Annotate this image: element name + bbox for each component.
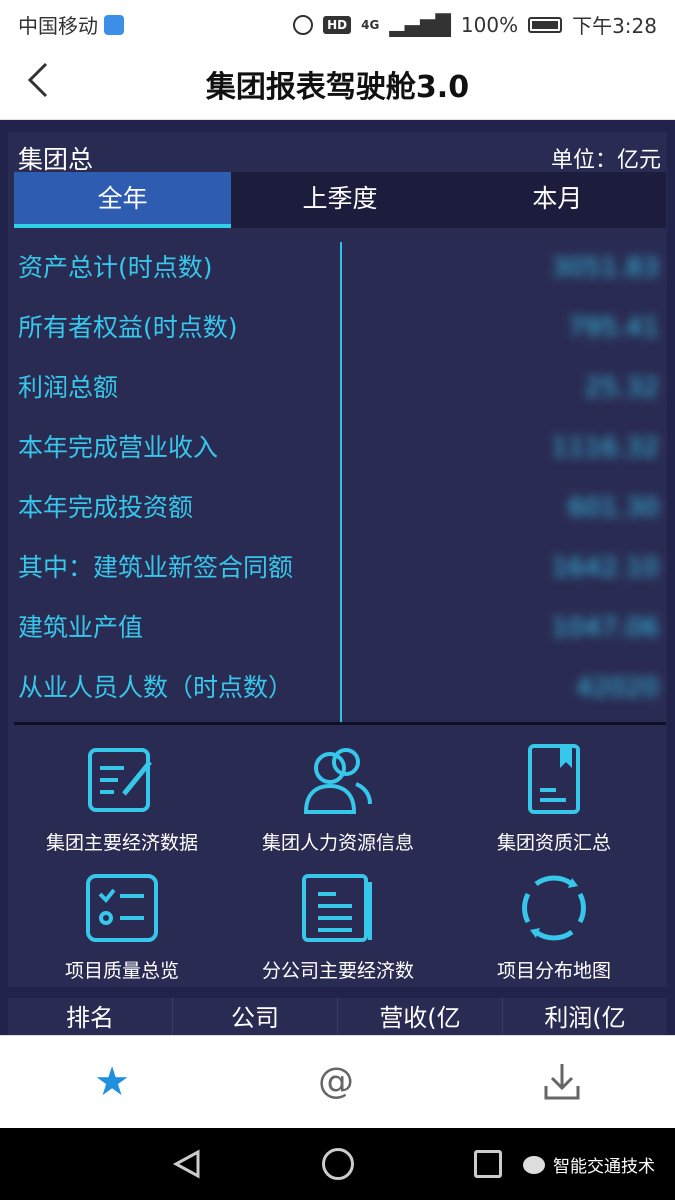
at-icon[interactable]: @ xyxy=(306,1060,366,1110)
metrics-list: 资产总计(时点数) 3051.83 所有者权益(时点数) 795.41 利润总额… xyxy=(8,238,667,723)
metric-row[interactable]: 建筑业产值 1047.06 xyxy=(18,598,663,658)
system-home-icon[interactable] xyxy=(322,1148,354,1180)
watermark-text: 智能交通技术 xyxy=(553,1157,655,1177)
col-rank[interactable]: 排名 xyxy=(8,998,172,1035)
bottom-toolbar: ★ @ xyxy=(0,1035,675,1128)
tile-project-quality[interactable]: 项目质量总览 xyxy=(12,870,232,983)
status-right: HD 4G ▂▄▆█ 100% 下午3:28 xyxy=(293,10,657,39)
tile-project-map[interactable]: 项目分布地图 xyxy=(444,870,664,983)
metric-label: 所有者权益(时点数) xyxy=(18,313,238,342)
tile-label: 项目分布地图 xyxy=(496,960,611,982)
metric-row[interactable]: 资产总计(时点数) 3051.83 xyxy=(18,238,663,298)
tab-this-month[interactable]: 本月 xyxy=(449,172,666,228)
metric-value: 42020 xyxy=(576,673,659,703)
signal-app-icon xyxy=(104,14,124,35)
tab-full-year[interactable]: 全年 xyxy=(14,172,232,228)
watermark: 智能交通技术 xyxy=(523,1152,655,1177)
ranking-table-header: 排名 公司 营收(亿 利润(亿 xyxy=(8,998,667,1035)
metric-value: 601.30 xyxy=(568,493,659,523)
hd-badge: HD xyxy=(323,15,352,34)
tile-label: 集团资质汇总 xyxy=(496,832,611,854)
metric-row[interactable]: 其中：建筑业新签合同额 1642.10 xyxy=(18,538,663,598)
dashboard: 集团总 单位：亿元 全年 上季度 本月 资产总计(时点数) 3051.83 所有… xyxy=(0,120,675,1035)
certificate-icon xyxy=(528,744,580,814)
tile-label: 分公司主要经济数 xyxy=(261,960,414,982)
edit-document-icon xyxy=(88,748,152,812)
metric-label: 利润总额 xyxy=(18,373,119,402)
unit-label: 单位：亿元 xyxy=(550,148,661,173)
tile-label: 项目质量总览 xyxy=(64,960,179,982)
summary-panel: 集团总 单位：亿元 全年 上季度 本月 资产总计(时点数) 3051.83 所有… xyxy=(8,132,667,987)
nav-bar: 集团报表驾驶舱3.0 xyxy=(0,44,675,120)
metric-row[interactable]: 本年完成投资额 601.30 xyxy=(18,478,663,538)
metric-row[interactable]: 从业人员人数（时点数） 42020 xyxy=(18,658,663,718)
metric-row[interactable]: 利润总额 25.32 xyxy=(18,358,663,418)
feature-grid: 集团主要经济数据 集团人力资源信息 集团资质汇总 项目质量总览 分公司主要经济数… xyxy=(8,732,667,982)
status-bar: 中国移动 HD 4G ▂▄▆█ 100% 下午3:28 xyxy=(0,0,675,44)
metric-value: 1116.32 xyxy=(551,433,659,463)
metric-value: 1047.06 xyxy=(551,613,659,643)
checklist-icon xyxy=(86,874,158,942)
tab-last-quarter[interactable]: 上季度 xyxy=(231,172,448,228)
tile-group-qualification[interactable]: 集团资质汇总 xyxy=(444,742,664,855)
wechat-logo-icon xyxy=(523,1155,545,1174)
metric-value: 25.32 xyxy=(584,373,659,403)
refresh-circle-icon xyxy=(522,875,586,941)
tile-branch-economic[interactable]: 分公司主要经济数 xyxy=(228,870,448,983)
col-profit[interactable]: 利润(亿 xyxy=(502,998,667,1035)
col-revenue[interactable]: 营收(亿 xyxy=(337,998,502,1035)
group-label: 集团总 xyxy=(18,145,94,174)
metric-label: 从业人员人数（时点数） xyxy=(18,673,294,702)
battery-percent: 100% xyxy=(460,12,519,37)
col-company[interactable]: 公司 xyxy=(172,998,337,1035)
metric-value: 1642.10 xyxy=(551,553,659,583)
system-recents-icon[interactable] xyxy=(474,1150,502,1178)
carrier-info: 中国移动 xyxy=(18,10,124,39)
system-nav-bar: 智能交通技术 xyxy=(0,1128,675,1200)
tile-label: 集团人力资源信息 xyxy=(261,832,414,854)
alarm-icon xyxy=(293,14,314,35)
carrier-name: 中国移动 xyxy=(18,14,98,38)
metric-value: 795.41 xyxy=(568,313,659,343)
battery-icon xyxy=(528,16,563,33)
metric-value: 3051.83 xyxy=(551,253,659,283)
metric-row[interactable]: 本年完成营业收入 1116.32 xyxy=(18,418,663,478)
tile-label: 集团主要经济数据 xyxy=(45,832,198,854)
tile-group-economic-data[interactable]: 集团主要经济数据 xyxy=(12,742,232,855)
metric-label: 本年完成投资额 xyxy=(18,493,194,522)
signal-bars-icon: ▂▄▆█ xyxy=(389,12,451,37)
page-title: 集团报表驾驶舱3.0 xyxy=(205,70,470,105)
report-icon xyxy=(302,874,372,942)
tile-group-hr-info[interactable]: 集团人力资源信息 xyxy=(228,742,448,855)
clock: 下午3:28 xyxy=(572,14,657,38)
section-divider xyxy=(14,722,666,725)
users-icon xyxy=(303,748,372,814)
download-icon[interactable] xyxy=(532,1060,592,1110)
star-icon[interactable]: ★ xyxy=(82,1060,142,1110)
network-type: 4G xyxy=(361,17,380,32)
metric-row[interactable]: 所有者权益(时点数) 795.41 xyxy=(18,298,663,358)
period-tabs: 全年 上季度 本月 xyxy=(14,172,666,228)
system-back-icon[interactable] xyxy=(172,1148,204,1180)
